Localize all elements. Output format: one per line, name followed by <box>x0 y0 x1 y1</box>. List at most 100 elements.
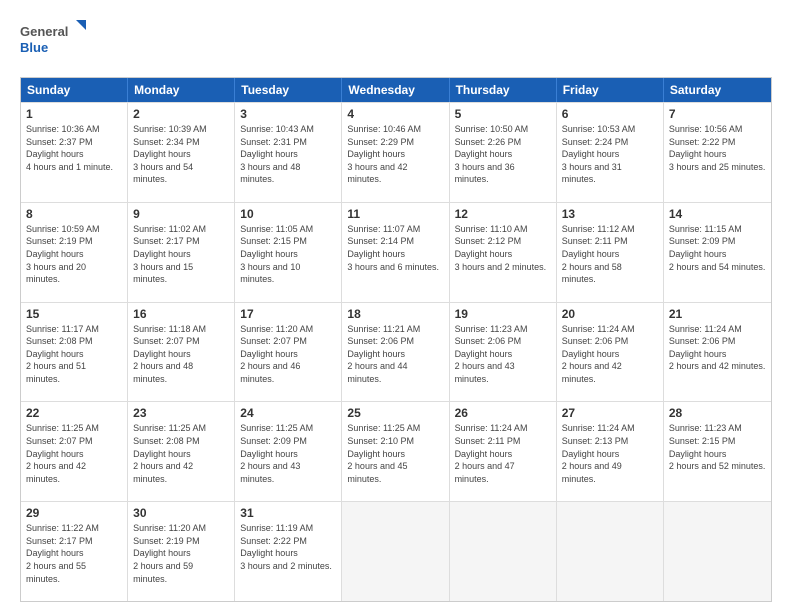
cell-text: Sunrise: 11:25 AMSunset: 2:08 PMDaylight… <box>133 423 206 483</box>
day-number: 19 <box>455 307 551 321</box>
day-cell-31: 31 Sunrise: 11:19 AMSunset: 2:22 PMDayli… <box>235 502 342 601</box>
day-cell-15: 15 Sunrise: 11:17 AMSunset: 2:08 PMDayli… <box>21 303 128 402</box>
day-number: 27 <box>562 406 658 420</box>
day-cell-30: 30 Sunrise: 11:20 AMSunset: 2:19 PMDayli… <box>128 502 235 601</box>
day-cell-12: 12 Sunrise: 11:10 AMSunset: 2:12 PMDayli… <box>450 203 557 302</box>
day-cell-21: 21 Sunrise: 11:24 AMSunset: 2:06 PMDayli… <box>664 303 771 402</box>
day-cell-28: 28 Sunrise: 11:23 AMSunset: 2:15 PMDayli… <box>664 402 771 501</box>
cell-text: Sunrise: 11:23 AMSunset: 2:06 PMDaylight… <box>455 324 528 384</box>
logo-svg: General Blue <box>20 20 90 65</box>
cell-text: Sunrise: 10:59 AMSunset: 2:19 PMDaylight… <box>26 224 100 284</box>
calendar-row-2: 15 Sunrise: 11:17 AMSunset: 2:08 PMDayli… <box>21 302 771 402</box>
day-cell-10: 10 Sunrise: 11:05 AMSunset: 2:15 PMDayli… <box>235 203 342 302</box>
day-number: 10 <box>240 207 336 221</box>
day-number: 14 <box>669 207 766 221</box>
day-cell-4: 4 Sunrise: 10:46 AMSunset: 2:29 PMDaylig… <box>342 103 449 202</box>
cell-text: Sunrise: 10:46 AMSunset: 2:29 PMDaylight… <box>347 124 421 184</box>
day-number: 28 <box>669 406 766 420</box>
day-cell-17: 17 Sunrise: 11:20 AMSunset: 2:07 PMDayli… <box>235 303 342 402</box>
day-number: 11 <box>347 207 443 221</box>
day-cell-8: 8 Sunrise: 10:59 AMSunset: 2:19 PMDaylig… <box>21 203 128 302</box>
header-day-thursday: Thursday <box>450 78 557 102</box>
cell-text: Sunrise: 11:24 AMSunset: 2:13 PMDaylight… <box>562 423 635 483</box>
day-cell-3: 3 Sunrise: 10:43 AMSunset: 2:31 PMDaylig… <box>235 103 342 202</box>
header-day-sunday: Sunday <box>21 78 128 102</box>
day-cell-26: 26 Sunrise: 11:24 AMSunset: 2:11 PMDayli… <box>450 402 557 501</box>
empty-cell <box>342 502 449 601</box>
day-number: 15 <box>26 307 122 321</box>
cell-text: Sunrise: 10:50 AMSunset: 2:26 PMDaylight… <box>455 124 529 184</box>
cell-text: Sunrise: 10:39 AMSunset: 2:34 PMDaylight… <box>133 124 207 184</box>
calendar-header: SundayMondayTuesdayWednesdayThursdayFrid… <box>21 78 771 102</box>
day-cell-19: 19 Sunrise: 11:23 AMSunset: 2:06 PMDayli… <box>450 303 557 402</box>
cell-text: Sunrise: 11:22 AMSunset: 2:17 PMDaylight… <box>26 523 99 583</box>
day-number: 9 <box>133 207 229 221</box>
cell-text: Sunrise: 11:19 AMSunset: 2:22 PMDaylight… <box>240 523 332 571</box>
day-cell-16: 16 Sunrise: 11:18 AMSunset: 2:07 PMDayli… <box>128 303 235 402</box>
day-cell-13: 13 Sunrise: 11:12 AMSunset: 2:11 PMDayli… <box>557 203 664 302</box>
calendar-body: 1 Sunrise: 10:36 AMSunset: 2:37 PMDaylig… <box>21 102 771 601</box>
day-number: 23 <box>133 406 229 420</box>
day-cell-7: 7 Sunrise: 10:56 AMSunset: 2:22 PMDaylig… <box>664 103 771 202</box>
day-number: 12 <box>455 207 551 221</box>
header-day-tuesday: Tuesday <box>235 78 342 102</box>
day-number: 25 <box>347 406 443 420</box>
day-number: 4 <box>347 107 443 121</box>
day-cell-9: 9 Sunrise: 11:02 AMSunset: 2:17 PMDaylig… <box>128 203 235 302</box>
cell-text: Sunrise: 10:53 AMSunset: 2:24 PMDaylight… <box>562 124 636 184</box>
day-number: 17 <box>240 307 336 321</box>
header: General Blue <box>20 20 772 65</box>
day-number: 3 <box>240 107 336 121</box>
header-day-wednesday: Wednesday <box>342 78 449 102</box>
day-cell-5: 5 Sunrise: 10:50 AMSunset: 2:26 PMDaylig… <box>450 103 557 202</box>
cell-text: Sunrise: 10:43 AMSunset: 2:31 PMDaylight… <box>240 124 314 184</box>
cell-text: Sunrise: 11:05 AMSunset: 2:15 PMDaylight… <box>240 224 313 284</box>
day-number: 29 <box>26 506 122 520</box>
day-number: 31 <box>240 506 336 520</box>
day-cell-6: 6 Sunrise: 10:53 AMSunset: 2:24 PMDaylig… <box>557 103 664 202</box>
day-number: 22 <box>26 406 122 420</box>
cell-text: Sunrise: 10:36 AMSunset: 2:37 PMDaylight… <box>26 124 113 172</box>
day-cell-1: 1 Sunrise: 10:36 AMSunset: 2:37 PMDaylig… <box>21 103 128 202</box>
page: General Blue SundayMondayTuesdayWednesda… <box>0 0 792 612</box>
cell-text: Sunrise: 11:23 AMSunset: 2:15 PMDaylight… <box>669 423 766 471</box>
day-cell-24: 24 Sunrise: 11:25 AMSunset: 2:09 PMDayli… <box>235 402 342 501</box>
cell-text: Sunrise: 11:20 AMSunset: 2:19 PMDaylight… <box>133 523 206 583</box>
day-number: 1 <box>26 107 122 121</box>
calendar: SundayMondayTuesdayWednesdayThursdayFrid… <box>20 77 772 602</box>
calendar-row-3: 22 Sunrise: 11:25 AMSunset: 2:07 PMDayli… <box>21 401 771 501</box>
svg-text:General: General <box>20 24 68 39</box>
calendar-row-0: 1 Sunrise: 10:36 AMSunset: 2:37 PMDaylig… <box>21 102 771 202</box>
day-number: 30 <box>133 506 229 520</box>
day-cell-11: 11 Sunrise: 11:07 AMSunset: 2:14 PMDayli… <box>342 203 449 302</box>
day-number: 20 <box>562 307 658 321</box>
cell-text: Sunrise: 11:20 AMSunset: 2:07 PMDaylight… <box>240 324 313 384</box>
day-number: 16 <box>133 307 229 321</box>
day-number: 13 <box>562 207 658 221</box>
cell-text: Sunrise: 11:24 AMSunset: 2:06 PMDaylight… <box>562 324 635 384</box>
day-number: 21 <box>669 307 766 321</box>
header-day-monday: Monday <box>128 78 235 102</box>
empty-cell <box>664 502 771 601</box>
day-number: 2 <box>133 107 229 121</box>
logo: General Blue <box>20 20 90 65</box>
day-number: 8 <box>26 207 122 221</box>
day-cell-18: 18 Sunrise: 11:21 AMSunset: 2:06 PMDayli… <box>342 303 449 402</box>
cell-text: Sunrise: 11:24 AMSunset: 2:11 PMDaylight… <box>455 423 528 483</box>
cell-text: Sunrise: 11:12 AMSunset: 2:11 PMDaylight… <box>562 224 635 284</box>
calendar-row-4: 29 Sunrise: 11:22 AMSunset: 2:17 PMDayli… <box>21 501 771 601</box>
cell-text: Sunrise: 11:24 AMSunset: 2:06 PMDaylight… <box>669 324 766 372</box>
empty-cell <box>557 502 664 601</box>
cell-text: Sunrise: 11:25 AMSunset: 2:09 PMDaylight… <box>240 423 313 483</box>
day-number: 26 <box>455 406 551 420</box>
day-cell-25: 25 Sunrise: 11:25 AMSunset: 2:10 PMDayli… <box>342 402 449 501</box>
cell-text: Sunrise: 11:10 AMSunset: 2:12 PMDaylight… <box>455 224 547 272</box>
calendar-row-1: 8 Sunrise: 10:59 AMSunset: 2:19 PMDaylig… <box>21 202 771 302</box>
day-number: 7 <box>669 107 766 121</box>
day-cell-27: 27 Sunrise: 11:24 AMSunset: 2:13 PMDayli… <box>557 402 664 501</box>
svg-text:Blue: Blue <box>20 40 48 55</box>
header-day-friday: Friday <box>557 78 664 102</box>
empty-cell <box>450 502 557 601</box>
cell-text: Sunrise: 11:02 AMSunset: 2:17 PMDaylight… <box>133 224 206 284</box>
day-number: 24 <box>240 406 336 420</box>
